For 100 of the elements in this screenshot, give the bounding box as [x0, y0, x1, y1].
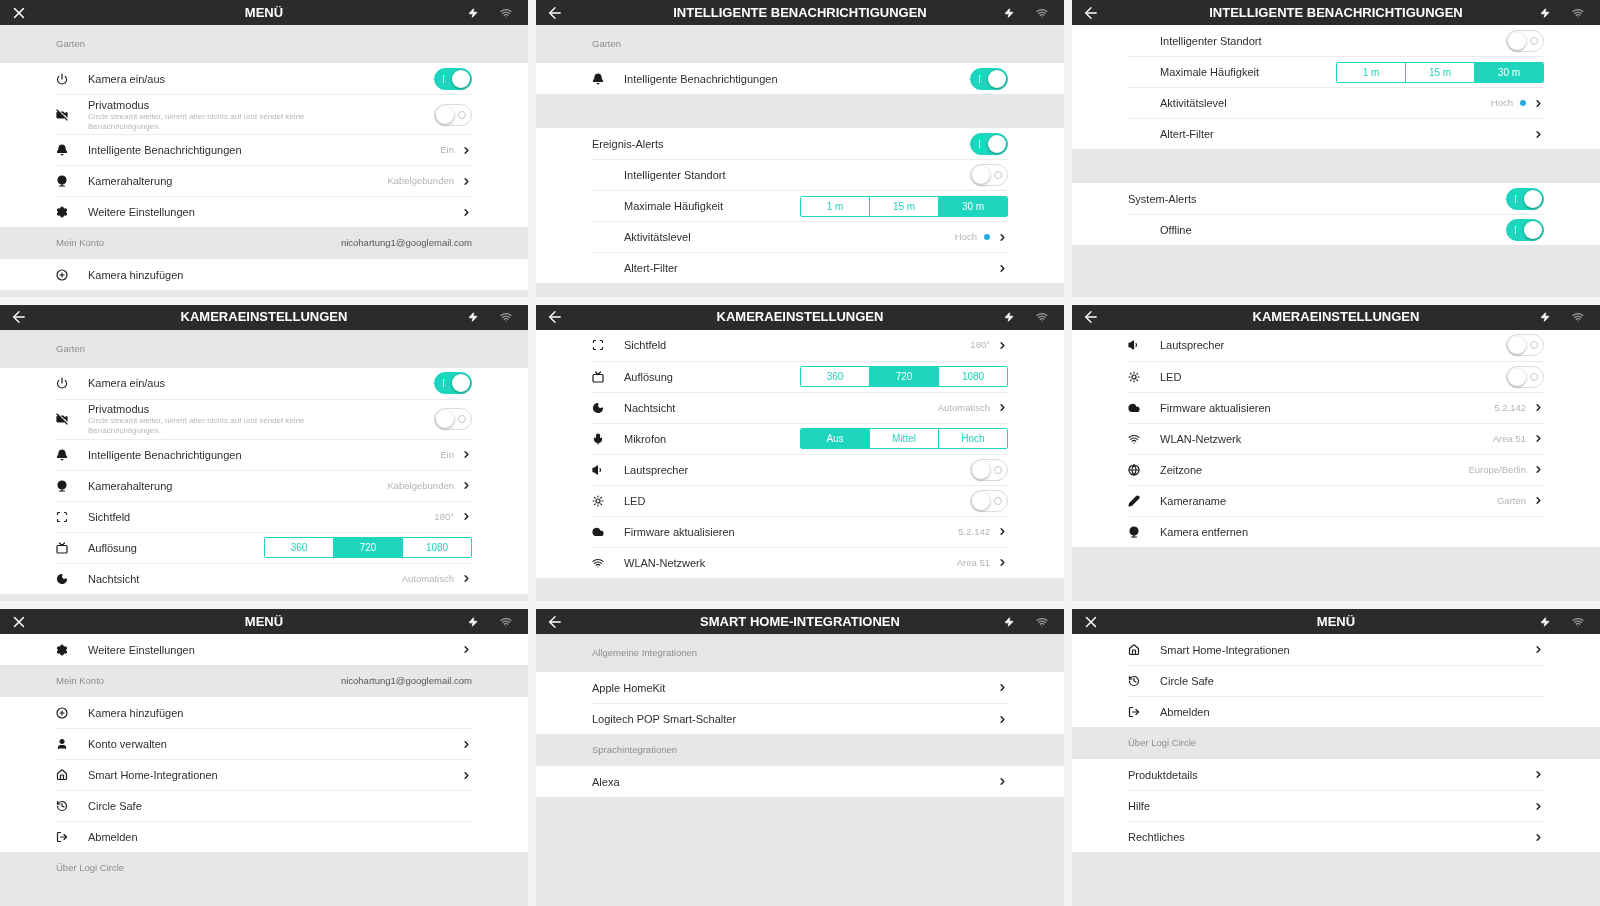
wifi-icon — [500, 615, 512, 628]
setting-value: Automatisch — [937, 400, 990, 415]
frame-icon — [56, 510, 68, 523]
item-label: Weitere Einstellungen — [88, 642, 196, 657]
item-label: Kamera hinzufügen — [88, 705, 185, 720]
moon-icon — [592, 401, 604, 414]
globe-icon — [1128, 463, 1140, 476]
bolt-icon — [1540, 616, 1550, 627]
bell-icon — [56, 448, 68, 461]
plus-circle-icon — [56, 268, 68, 281]
toggle-switch[interactable] — [434, 67, 472, 90]
setting-value: Kabelgebunden — [387, 478, 454, 493]
item-label: Kamera ein/aus — [88, 376, 167, 391]
item-label: Produktdetails — [1128, 767, 1199, 782]
wifi-icon — [500, 6, 512, 19]
item-label: LED — [1160, 369, 1183, 384]
item-label: Hilfe — [1128, 799, 1151, 814]
item-label: WLAN-Netzwerk — [1160, 431, 1243, 446]
screen-title: MENÜ — [1316, 613, 1356, 632]
video-off-icon — [56, 413, 68, 426]
toggle-switch[interactable] — [970, 458, 1008, 481]
item-label: Aktivitätslevel — [624, 230, 692, 244]
item-label: Intelligente Benachrichtigungen — [88, 143, 243, 157]
bolt-icon — [1004, 312, 1014, 323]
item-label: Intelligente Benachrichtigungen — [88, 447, 243, 462]
item-label: Sichtfeld — [624, 338, 668, 353]
bolt-icon — [468, 7, 478, 18]
setting-value: Ein — [440, 142, 454, 157]
section-title: Über Logi Circle — [56, 861, 125, 876]
item-label: Firmware aktualisieren — [624, 524, 736, 539]
bolt-icon — [468, 312, 478, 323]
toggle-switch[interactable] — [1506, 334, 1544, 357]
bolt-icon — [1004, 616, 1014, 627]
item-label: Intelligenter Standort — [1160, 33, 1263, 48]
screen-icon — [56, 541, 68, 554]
item-label: Ereignis-Alerts — [592, 136, 665, 151]
wifi-icon — [1036, 6, 1048, 19]
item-label: Zeitzone — [1160, 462, 1204, 477]
setting-value: Ein — [440, 447, 454, 462]
screen-title: KAMERAEINSTELLUNGEN — [1252, 308, 1420, 327]
item-label: Logitech POP Smart-Schalter — [592, 712, 738, 727]
toggle-switch[interactable] — [970, 489, 1008, 512]
item-label: Lautsprecher — [1160, 338, 1226, 353]
item-label: LED — [624, 493, 647, 508]
item-label: Circle Safe — [88, 799, 143, 814]
logout-icon — [1128, 706, 1140, 719]
toggle-switch[interactable] — [1506, 29, 1544, 52]
webcam-icon — [56, 479, 68, 492]
item-label: System-Alerts — [1128, 191, 1198, 206]
item-label: Circle Safe — [1160, 674, 1215, 689]
toggle-switch[interactable] — [434, 372, 472, 395]
toggle-switch[interactable] — [434, 408, 472, 431]
item-label: Kamera entfernen — [1160, 524, 1250, 539]
plus-circle-icon — [56, 706, 68, 719]
item-label: Kamerahalterung — [88, 478, 174, 493]
toggle-switch[interactable] — [970, 132, 1008, 155]
pencil-icon — [1128, 494, 1140, 507]
item-label: Maximale Häufigkeit — [624, 199, 725, 213]
setting-value: Europe/Berlin — [1468, 462, 1526, 477]
setting-value: Automatisch — [401, 571, 454, 586]
section-title: Garten — [592, 36, 622, 51]
setting-value: 180° — [434, 509, 454, 524]
sun-icon — [1128, 370, 1140, 383]
toggle-switch[interactable] — [970, 67, 1008, 90]
bell-icon — [592, 72, 604, 85]
item-label: Nachtsicht — [624, 400, 677, 415]
user-icon — [56, 738, 68, 751]
screen-title: KAMERAEINSTELLUNGEN — [180, 308, 348, 327]
setting-value: 5.2.142 — [1494, 400, 1526, 415]
microphone-icon — [592, 432, 604, 445]
item-label: Abmelden — [88, 830, 139, 845]
item-label: Nachtsicht — [88, 571, 141, 586]
toggle-switch[interactable] — [434, 103, 472, 126]
toggle-switch[interactable] — [1506, 187, 1544, 210]
item-label: Offline — [1160, 223, 1193, 237]
setting-value: Area 51 — [1492, 431, 1526, 446]
cloud-icon — [592, 525, 604, 538]
section-title: Über Logi Circle — [1128, 736, 1197, 751]
item-label: Kamera ein/aus — [88, 71, 167, 86]
power-icon — [56, 72, 68, 85]
wifi-icon — [1572, 615, 1584, 628]
moon-icon — [56, 572, 68, 585]
screen-title: MENÜ — [244, 3, 284, 22]
toggle-switch[interactable] — [1506, 219, 1544, 241]
bolt-icon — [1540, 312, 1550, 323]
item-label: Auflösung — [88, 540, 138, 555]
item-label: Intelligente Benachrichtigungen — [624, 71, 779, 86]
toggle-switch[interactable] — [970, 164, 1008, 186]
item-label: Weitere Einstellungen — [88, 205, 196, 219]
section-title: Mein Konto — [56, 674, 105, 689]
webcam-icon — [1128, 525, 1140, 538]
house-icon — [1128, 643, 1140, 656]
account-email: nicohartung1@googlemail.com — [340, 674, 472, 689]
screen-title: KAMERAEINSTELLUNGEN — [716, 308, 884, 327]
wifi-icon — [1572, 6, 1584, 19]
item-label: Altert-Filter — [1160, 127, 1215, 141]
setting-value: Hoch — [954, 229, 977, 244]
setting-value: Hoch — [1490, 95, 1513, 110]
toggle-switch[interactable] — [1506, 365, 1544, 388]
item-label: WLAN-Netzwerk — [624, 555, 707, 570]
